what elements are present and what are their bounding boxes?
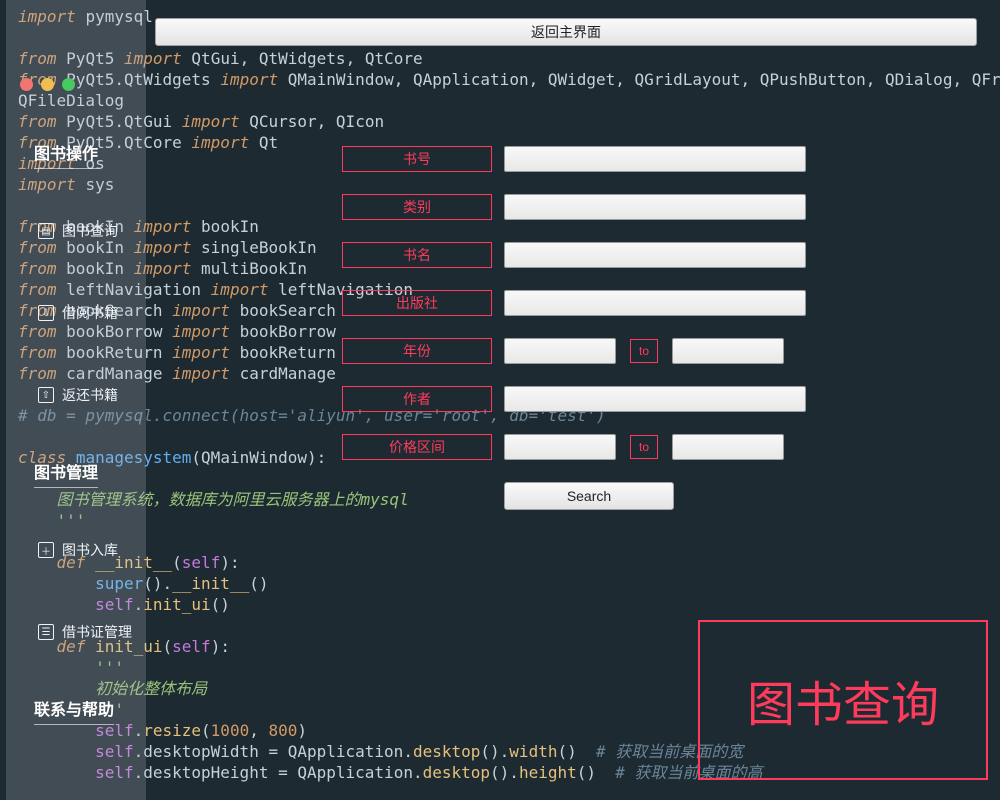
- label-name: 书名: [342, 242, 492, 268]
- sidebar-item-query[interactable]: ▤ 图书查询: [6, 213, 146, 249]
- sidebar-item-return[interactable]: ⇧ 返还书籍: [6, 377, 146, 413]
- label-category: 类别: [342, 194, 492, 220]
- search-button[interactable]: Search: [504, 482, 674, 510]
- back-button[interactable]: 返回主界面: [155, 18, 977, 46]
- input-book-id[interactable]: [504, 146, 806, 172]
- main-area: 返回主界面: [155, 18, 992, 46]
- sidebar-item-borrow[interactable]: ⇩ 借阅书籍: [6, 295, 146, 331]
- label-publisher: 出版社: [342, 290, 492, 316]
- bookin-icon: ＋: [38, 542, 54, 558]
- sidebar-section-contact: 联系与帮助: [34, 696, 114, 725]
- label-book-id: 书号: [342, 146, 492, 172]
- input-author[interactable]: [504, 386, 806, 412]
- sidebar-item-cardmanage[interactable]: ☰ 借书证管理: [6, 614, 146, 650]
- input-year-from[interactable]: [504, 338, 616, 364]
- sidebar: 图书操作 ▤ 图书查询 ⇩ 借阅书籍 ⇧ 返还书籍 图书管理 ＋ 图书入库 ☰ …: [6, 0, 146, 800]
- label-to-price: to: [630, 435, 658, 459]
- label-author: 作者: [342, 386, 492, 412]
- sidebar-item-bookin[interactable]: ＋ 图书入库: [6, 532, 146, 568]
- borrow-icon: ⇩: [38, 305, 54, 321]
- return-icon: ⇧: [38, 387, 54, 403]
- sidebar-item-label: 借书证管理: [62, 622, 132, 642]
- card-icon: ☰: [38, 624, 54, 640]
- sidebar-item-label: 返还书籍: [62, 385, 118, 405]
- search-icon: ▤: [38, 223, 54, 239]
- sidebar-item-label: 图书查询: [62, 221, 118, 241]
- sidebar-section-books-mgmt: 图书管理: [34, 459, 98, 488]
- search-form: 书号 类别 书名 出版社 年份 to 作者 价格区间 to Search: [342, 146, 806, 510]
- label-price-range: 价格区间: [342, 434, 492, 460]
- input-publisher[interactable]: [504, 290, 806, 316]
- input-price-from[interactable]: [504, 434, 616, 460]
- label-to-year: to: [630, 339, 658, 363]
- sidebar-item-label: 借阅书籍: [62, 303, 118, 323]
- label-year: 年份: [342, 338, 492, 364]
- input-name[interactable]: [504, 242, 806, 268]
- input-price-to[interactable]: [672, 434, 784, 460]
- input-category[interactable]: [504, 194, 806, 220]
- sidebar-section-books-ops: 图书操作: [34, 140, 98, 169]
- sidebar-item-label: 图书入库: [62, 540, 118, 560]
- page-title-badge: 图书查询: [698, 620, 988, 780]
- input-year-to[interactable]: [672, 338, 784, 364]
